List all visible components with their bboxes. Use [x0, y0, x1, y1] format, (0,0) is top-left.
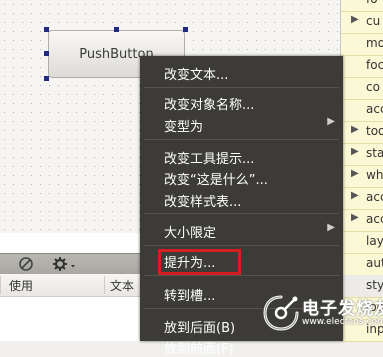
column-header-use[interactable]: 使用	[9, 277, 33, 294]
menu-item-change-text[interactable]: 改变文本...	[140, 60, 343, 83]
property-row[interactable]: inp	[341, 319, 383, 342]
column-separator	[0, 276, 1, 294]
menu-separator	[144, 308, 339, 309]
context-menu: 改变文本... 改变对象名称... 变型为 ▶ 改变工具提示... 改变“这是什么…	[140, 56, 343, 357]
expand-arrow-icon[interactable]: ▶	[351, 124, 359, 135]
menu-item-size-constraints[interactable]: 大小限定 ▶	[140, 218, 343, 241]
selection-handle-top-left[interactable]	[44, 27, 49, 32]
property-row[interactable]: mo	[341, 33, 383, 56]
gear-icon[interactable]	[52, 256, 78, 272]
menu-item-change-object-name[interactable]: 改变对象名称...	[140, 90, 343, 113]
property-row[interactable]: co	[341, 77, 383, 100]
property-row[interactable]: ▶acc	[341, 187, 383, 210]
property-row[interactable]: ▶ cu	[341, 11, 383, 34]
submenu-arrow-icon: ▶	[327, 222, 335, 233]
property-row[interactable]: ▶too	[341, 121, 383, 144]
expand-arrow-icon[interactable]: ▶	[351, 146, 359, 157]
selection-handle-bottom-left[interactable]	[44, 76, 49, 81]
menu-separator	[144, 87, 339, 88]
menu-separator	[144, 139, 339, 140]
column-separator[interactable]	[104, 276, 105, 294]
selection-handle-top[interactable]	[114, 27, 119, 32]
menu-separator	[144, 213, 339, 214]
selection-handle-top-right[interactable]	[183, 27, 188, 32]
property-row[interactable]: loc	[341, 297, 383, 320]
property-row[interactable]: ▶acc	[341, 209, 383, 232]
property-editor: fo ▶cu mo foc co acc ▶too ▶sta ▶wh ▶acc …	[340, 0, 383, 342]
menu-item-go-to-slot[interactable]: 转到槽...	[140, 281, 343, 304]
menu-item-change-tooltip[interactable]: 改变工具提示...	[140, 144, 343, 167]
property-row[interactable]: aut	[341, 253, 383, 276]
selection-handle-left[interactable]	[44, 51, 49, 56]
property-row[interactable]: lay	[341, 231, 383, 254]
property-row[interactable]: ▶ sta	[341, 143, 383, 166]
menu-separator	[144, 275, 339, 276]
menu-item-change-stylesheet[interactable]: 改变样式表...	[140, 187, 343, 210]
menu-separator	[144, 245, 339, 246]
expand-arrow-icon[interactable]: ▶	[351, 212, 359, 223]
column-header-text[interactable]: 文本	[110, 277, 134, 294]
menu-item-send-to-back[interactable]: 放到后面(B)	[140, 313, 343, 336]
menu-item-change-whats-this[interactable]: 改变“这是什么”...	[140, 165, 343, 188]
property-row[interactable]: ▶ wh	[341, 165, 383, 188]
expand-arrow-icon[interactable]: ▶	[351, 190, 359, 201]
property-row[interactable]: acc	[341, 99, 383, 122]
submenu-arrow-icon: ▶	[327, 116, 335, 127]
menu-item-morph-into[interactable]: 变型为 ▶	[140, 112, 343, 135]
expand-arrow-icon[interactable]: ▶	[351, 168, 359, 179]
menu-item-bring-to-front[interactable]: 放到前面(F)	[140, 334, 343, 357]
remove-icon[interactable]	[18, 256, 34, 272]
expand-arrow-icon[interactable]: ▶	[351, 14, 359, 25]
property-row[interactable]: foc	[341, 55, 383, 78]
property-row[interactable]: sty	[341, 275, 383, 298]
highlight-box	[158, 249, 241, 275]
